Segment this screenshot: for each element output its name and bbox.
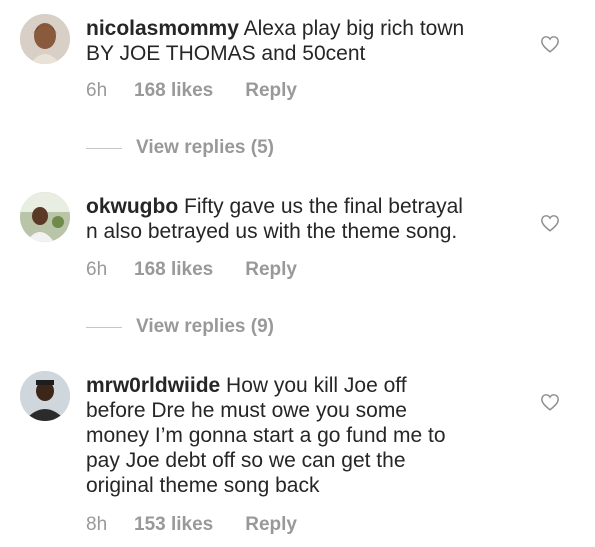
replies-divider xyxy=(86,147,122,149)
comment-username[interactable]: nicolasmommy xyxy=(86,17,239,40)
comment-time: 8h xyxy=(86,514,108,535)
view-replies-button[interactable]: View replies (9) xyxy=(86,316,274,338)
reply-button[interactable]: Reply xyxy=(245,259,297,281)
comment-time: 6h xyxy=(86,80,108,101)
reply-button[interactable]: Reply xyxy=(245,80,297,102)
view-replies-button[interactable]: View replies (5) xyxy=(86,137,274,159)
comment-text: okwugbo Fifty gave us the final betrayal… xyxy=(86,194,526,244)
comment-text: mrw0rldwiide How you kill Joe off before… xyxy=(86,373,526,498)
comment-meta: 8h 153 likes Reply xyxy=(86,514,297,536)
avatar[interactable] xyxy=(20,192,70,242)
comment-username[interactable]: mrw0rldwiide xyxy=(86,374,220,397)
avatar[interactable] xyxy=(20,371,70,421)
heart-outline-icon[interactable] xyxy=(540,35,560,53)
replies-divider xyxy=(86,326,122,328)
heart-outline-icon[interactable] xyxy=(540,214,560,232)
heart-outline-icon[interactable] xyxy=(540,393,560,411)
reply-button[interactable]: Reply xyxy=(245,514,297,536)
view-replies-label[interactable]: View replies (9) xyxy=(136,316,274,338)
avatar[interactable] xyxy=(20,14,70,64)
view-replies-label[interactable]: View replies (5) xyxy=(136,137,274,159)
comment-meta: 6h 168 likes Reply xyxy=(86,259,297,281)
comment-likes[interactable]: 153 likes xyxy=(134,514,213,536)
comment-time: 6h xyxy=(86,259,108,280)
comment-meta: 6h 168 likes Reply xyxy=(86,80,297,102)
comment-text: nicolasmommy Alexa play big rich town BY… xyxy=(86,16,526,66)
comment-likes[interactable]: 168 likes xyxy=(134,259,213,281)
comment-username[interactable]: okwugbo xyxy=(86,195,178,218)
comment-likes[interactable]: 168 likes xyxy=(134,80,213,102)
